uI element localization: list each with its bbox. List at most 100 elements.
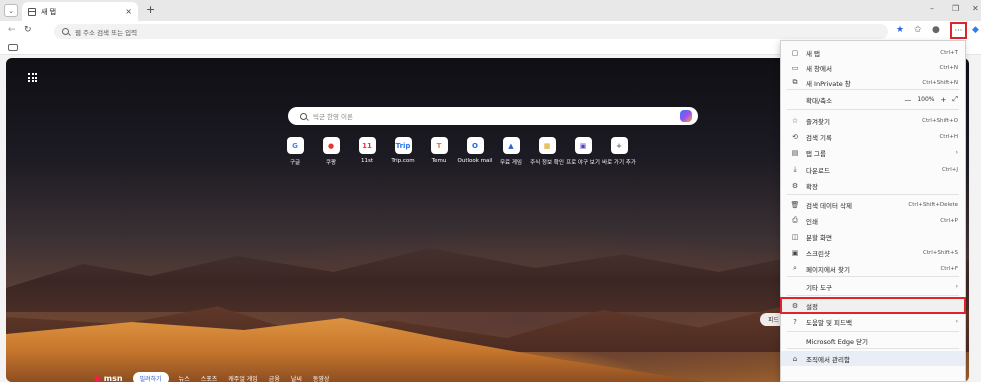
- menu-item-tab-groups[interactable]: ▤ 탭 그룹 ›: [781, 145, 965, 160]
- msn-following-pill[interactable]: 빌려하기: [132, 371, 169, 382]
- menu-divider: [787, 348, 959, 349]
- quick-link[interactable]: ▦ 주식 정보 확인: [530, 137, 564, 166]
- quick-link-label: 쿠팡: [325, 160, 337, 166]
- profile-icon[interactable]: ●: [932, 25, 940, 35]
- new-tab-button[interactable]: +: [146, 3, 155, 16]
- chevron-right-icon: ›: [955, 149, 958, 156]
- menu-item-shortcut: Ctrl+F: [940, 265, 958, 272]
- quick-link-tile-icon: G: [286, 137, 304, 154]
- menu-item-shortcut: Ctrl+H: [939, 133, 958, 140]
- menu-item-split-screen[interactable]: ◫ 분할 화면: [781, 229, 965, 244]
- quick-link-label: Temu: [431, 158, 447, 164]
- menu-item-more-tools[interactable]: 기타 도구 ›: [781, 279, 965, 294]
- close-tab-icon[interactable]: ×: [125, 7, 132, 16]
- favorites-icon[interactable]: ✩: [914, 25, 922, 35]
- settings-icon: ⚙: [791, 301, 799, 310]
- folder-icon[interactable]: [8, 44, 18, 51]
- msn-logo[interactable]: ● msn: [94, 374, 123, 382]
- quick-link[interactable]: ● 쿠팡: [314, 137, 348, 166]
- msn-link-weather[interactable]: 날씨: [291, 374, 302, 382]
- managed-by-org-icon: ⌂: [792, 354, 798, 363]
- new-inprivate-window-icon: ⧉: [792, 78, 798, 86]
- minimize-button[interactable]: –: [930, 4, 934, 13]
- zoom-controls: — 100% + ⤢: [904, 95, 958, 104]
- favorite-star-icon[interactable]: ★: [896, 25, 904, 35]
- screenshot-icon: ▣: [791, 248, 799, 257]
- menu-item-new-inprivate-window[interactable]: ⧉ 새 InPrivate 창 Ctrl+Shift+N: [781, 75, 965, 90]
- menu-item-shortcut: Ctrl+T: [940, 49, 958, 56]
- menu-item-new-window[interactable]: ▭ 새 창에서 Ctrl+N: [781, 60, 965, 75]
- menu-item-label: 설정: [806, 302, 818, 311]
- menu-divider: [787, 276, 959, 277]
- menu-item-managed-by-org[interactable]: ⌂ 조직에서 관리함: [781, 351, 965, 366]
- quick-link-label: 구글: [289, 160, 301, 166]
- menu-item-print[interactable]: ⎙ 인쇄 Ctrl+P: [781, 213, 965, 228]
- menu-item-delete-browsing-data[interactable]: 🗑 검색 데이터 삭제 Ctrl+Shift+Delete: [781, 197, 965, 212]
- zoom-in-button[interactable]: +: [941, 96, 947, 104]
- tab-new-tab[interactable]: 새 탭 ×: [22, 2, 138, 21]
- extensions-icon: ⚙: [791, 181, 799, 190]
- copilot-icon[interactable]: ◆: [972, 25, 979, 35]
- menu-item-shortcut: Ctrl+Shift+S: [923, 249, 958, 256]
- menu-item-extensions[interactable]: ⚙ 확장: [781, 178, 965, 193]
- menu-item-settings[interactable]: ⚙ 설정: [780, 297, 966, 314]
- quick-link-tile-icon: ▲: [502, 137, 520, 154]
- menu-item-label: 스크린샷: [806, 249, 830, 258]
- menu-item-help-and-feedback[interactable]: ? 도움말 및 피드백 ›: [781, 314, 965, 329]
- msn-link-casual-games[interactable]: 캐주얼 게임: [228, 374, 258, 382]
- menu-item-favorites[interactable]: ☆ 즐겨찾기 Ctrl+Shift+O: [781, 113, 965, 128]
- back-arrow-icon[interactable]: ←: [8, 25, 16, 35]
- address-placeholder: 웹 주소 검색 또는 입력: [75, 28, 138, 37]
- menu-item-close-edge[interactable]: Microsoft Edge 닫기: [781, 333, 965, 348]
- quick-link-tile-icon: O: [466, 137, 484, 154]
- menu-item-find-on-page[interactable]: ⌕ 페이지에서 찾기 Ctrl+F: [781, 261, 965, 276]
- address-bar[interactable]: 웹 주소 검색 또는 입력: [54, 24, 888, 39]
- quick-link[interactable]: 11 11st: [350, 137, 384, 166]
- quick-link[interactable]: O Outlook mail: [458, 137, 492, 166]
- refresh-icon[interactable]: ↻: [24, 25, 32, 35]
- favorites-icon: ☆: [791, 116, 799, 125]
- tab-actions-menu-button[interactable]: ⌄: [4, 4, 18, 17]
- msn-link-news[interactable]: 뉴스: [179, 374, 190, 382]
- quick-link-tile-icon: 11: [358, 137, 376, 154]
- app-launcher-icon[interactable]: [28, 73, 37, 82]
- menu-item-history[interactable]: ⟲ 검색 기록 Ctrl+H: [781, 129, 965, 144]
- menu-item-label: 새 창에서: [806, 64, 832, 73]
- quick-link-label: 무료 게임: [500, 160, 522, 166]
- close-window-button[interactable]: ✕: [972, 4, 979, 13]
- delete-browsing-data-icon: 🗑: [790, 200, 800, 209]
- copilot-icon[interactable]: [680, 110, 692, 122]
- menu-item-label: 도움말 및 피드백: [806, 318, 852, 327]
- chevron-down-icon: ⌄: [8, 6, 14, 15]
- quick-link-tile-icon: +: [610, 137, 628, 154]
- tab-strip: ⌄ 새 탭 × + – ❐ ✕: [0, 0, 981, 21]
- quick-link-tile-icon: ▦: [538, 137, 556, 154]
- menu-item-screenshot[interactable]: ▣ 스크린샷 Ctrl+Shift+S: [781, 245, 965, 260]
- zoom-out-button[interactable]: —: [904, 96, 911, 104]
- quick-link[interactable]: T Temu: [422, 137, 456, 166]
- quick-link-label: 프로 야구 보기: [566, 160, 600, 166]
- menu-item-label: Microsoft Edge 닫기: [806, 337, 869, 346]
- msn-link-sports[interactable]: 스포츠: [201, 374, 218, 382]
- fullscreen-icon[interactable]: ⤢: [952, 95, 958, 104]
- restore-button[interactable]: ❐: [952, 4, 959, 13]
- menu-item-zoom[interactable]: 확대/축소 — 100% + ⤢: [781, 92, 965, 107]
- menu-item-label: 검색 데이터 삭제: [806, 201, 852, 210]
- menu-item-label: 검색 기록: [806, 133, 832, 142]
- ellipsis-icon: ···: [954, 26, 963, 35]
- menu-item-downloads[interactable]: ⤓ 다운로드 Ctrl+J: [781, 162, 965, 177]
- quick-link[interactable]: ▲ 무료 게임: [494, 137, 528, 166]
- quick-link[interactable]: G 구글: [278, 137, 312, 166]
- tab-title: 새 탭: [41, 7, 57, 16]
- web-search-box[interactable]: 빅군 한영 이론: [288, 107, 698, 125]
- quick-link[interactable]: Trip Trip.com: [386, 137, 420, 166]
- quick-link[interactable]: + 바로 가기 추가: [602, 137, 636, 166]
- history-icon: ⟲: [792, 132, 798, 141]
- msn-link-finance[interactable]: 금융: [269, 374, 280, 382]
- settings-and-more-button[interactable]: ···: [950, 22, 967, 39]
- menu-item-new-tab[interactable]: ▢ 새 탭 Ctrl+T: [781, 45, 965, 60]
- quick-link-tile-icon: ▣: [574, 137, 592, 154]
- quick-link[interactable]: ▣ 프로 야구 보기: [566, 137, 600, 166]
- menu-item-label: 탭 그룹: [806, 149, 827, 158]
- msn-link-video[interactable]: 동영상: [313, 374, 330, 382]
